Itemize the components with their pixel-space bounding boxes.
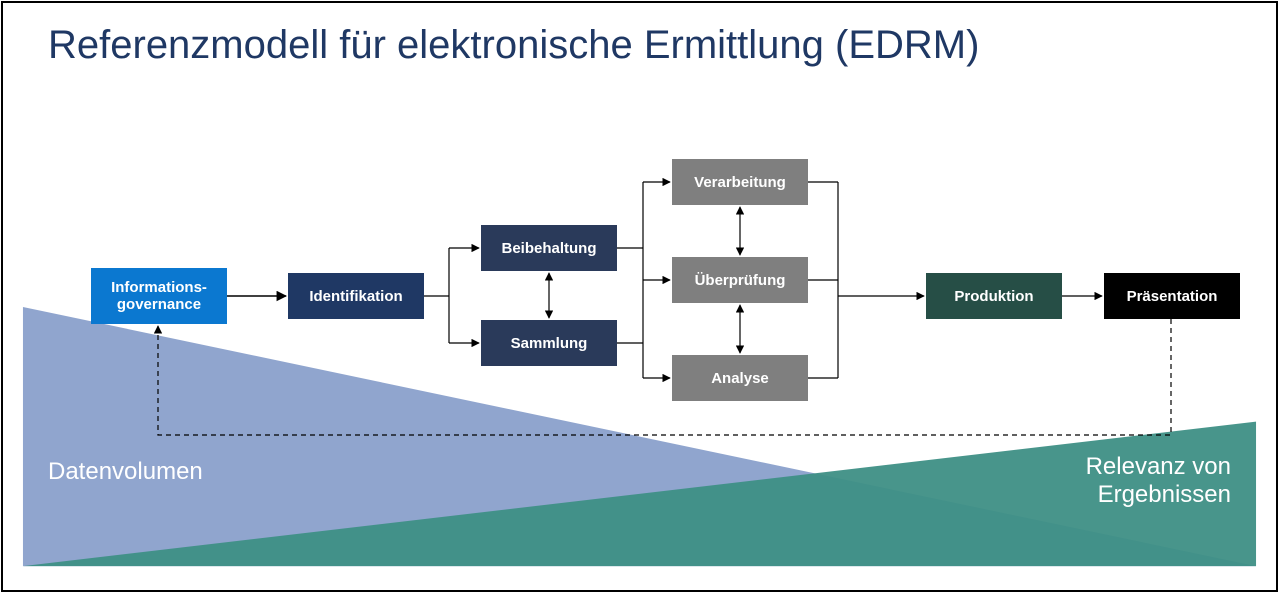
box-preservation: Beibehaltung xyxy=(481,225,617,271)
box-analysis: Analyse xyxy=(672,355,808,401)
box-presentation: Präsentation xyxy=(1104,273,1240,319)
label-volume: Datenvolumen xyxy=(48,458,203,486)
label-relevance: Relevanz vonErgebnissen xyxy=(1086,453,1231,509)
diagram-title: Referenzmodell für elektronische Ermittl… xyxy=(48,23,979,68)
box-info-governance: Informations-governance xyxy=(91,268,227,324)
box-processing: Verarbeitung xyxy=(672,159,808,205)
box-collection: Sammlung xyxy=(481,320,617,366)
diagram-frame: Referenzmodell für elektronische Ermittl… xyxy=(1,1,1278,592)
box-identification: Identifikation xyxy=(288,273,424,319)
box-production: Produktion xyxy=(926,273,1062,319)
box-review: Überprüfung xyxy=(672,257,808,303)
